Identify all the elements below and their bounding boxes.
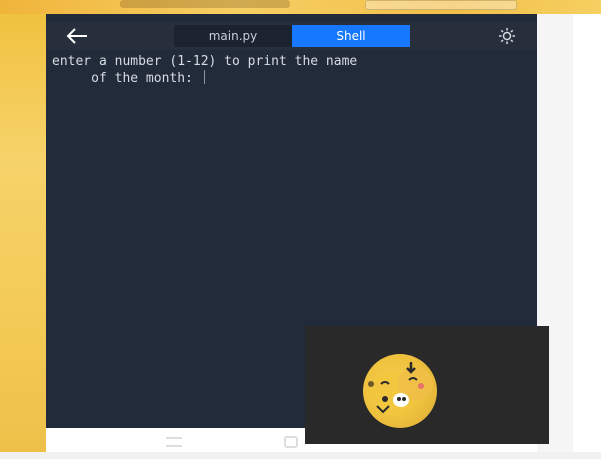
cartoon-avatar-image <box>363 354 437 428</box>
editor-tabs: main.py Shell <box>174 25 410 47</box>
sun-icon[interactable] <box>498 27 516 45</box>
home-icon[interactable] <box>284 436 298 448</box>
avatar-drawing <box>368 362 433 416</box>
background-left <box>0 0 46 459</box>
text-cursor <box>203 70 205 84</box>
faded-header-box <box>365 0 517 10</box>
editor-toolbar: main.py Shell <box>46 22 537 50</box>
shell-prompt-line-1: enter a number (1-12) to print the name <box>52 54 358 69</box>
bottom-edge <box>0 452 601 459</box>
background-top <box>0 0 601 14</box>
arrow-left-glyph <box>66 28 87 44</box>
sun-glyph <box>499 28 515 44</box>
faded-header-text <box>120 0 290 8</box>
tab-main-py[interactable]: main.py <box>174 25 292 47</box>
tab-shell[interactable]: Shell <box>292 25 410 47</box>
recent-apps-icon[interactable] <box>166 437 182 447</box>
shell-output[interactable]: enter a number (1-12) to print the name … <box>52 54 532 87</box>
picture-in-picture-overlay[interactable] <box>305 326 549 444</box>
arrow-left-icon[interactable] <box>64 24 90 48</box>
shell-prompt-line-2: of the month: <box>52 71 201 86</box>
